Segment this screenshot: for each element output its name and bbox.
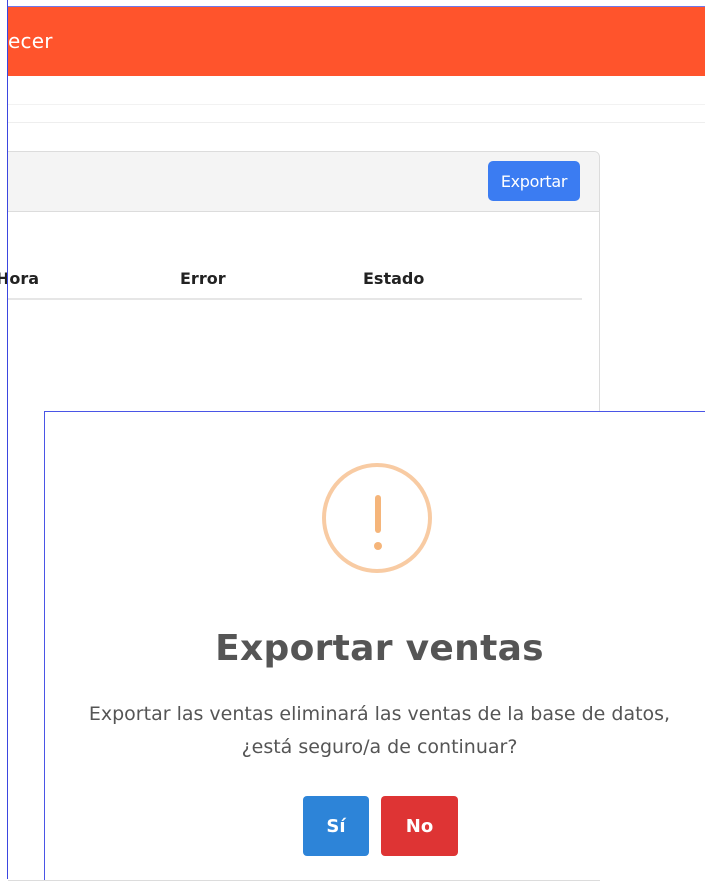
card-header: Exportar (8, 152, 599, 212)
divider (8, 104, 705, 105)
confirm-dialog: Exportar ventas Exportar las ventas elim… (44, 411, 705, 880)
column-header-hora: Hora (0, 269, 40, 288)
export-button[interactable]: Exportar (488, 161, 580, 201)
dialog-title: Exportar ventas (215, 628, 544, 669)
app-title: ecer (8, 29, 53, 53)
column-header-estado: Estado (363, 269, 425, 288)
warning-exclamation-dot (374, 542, 382, 550)
dialog-message: Exportar las ventas eliminará las ventas… (88, 703, 671, 758)
warning-exclamation-icon (322, 463, 432, 573)
cancel-no-button[interactable]: No (381, 796, 458, 856)
column-header-error: Error (180, 269, 226, 288)
confirm-yes-button[interactable]: Sí (303, 796, 369, 856)
warning-exclamation-bar (375, 495, 381, 533)
window-border-left (7, 0, 8, 879)
sub-navigation-bar (8, 76, 705, 123)
app-header-bar: ecer (8, 7, 705, 76)
table-header-row: Hora Error Estado (0, 260, 582, 300)
